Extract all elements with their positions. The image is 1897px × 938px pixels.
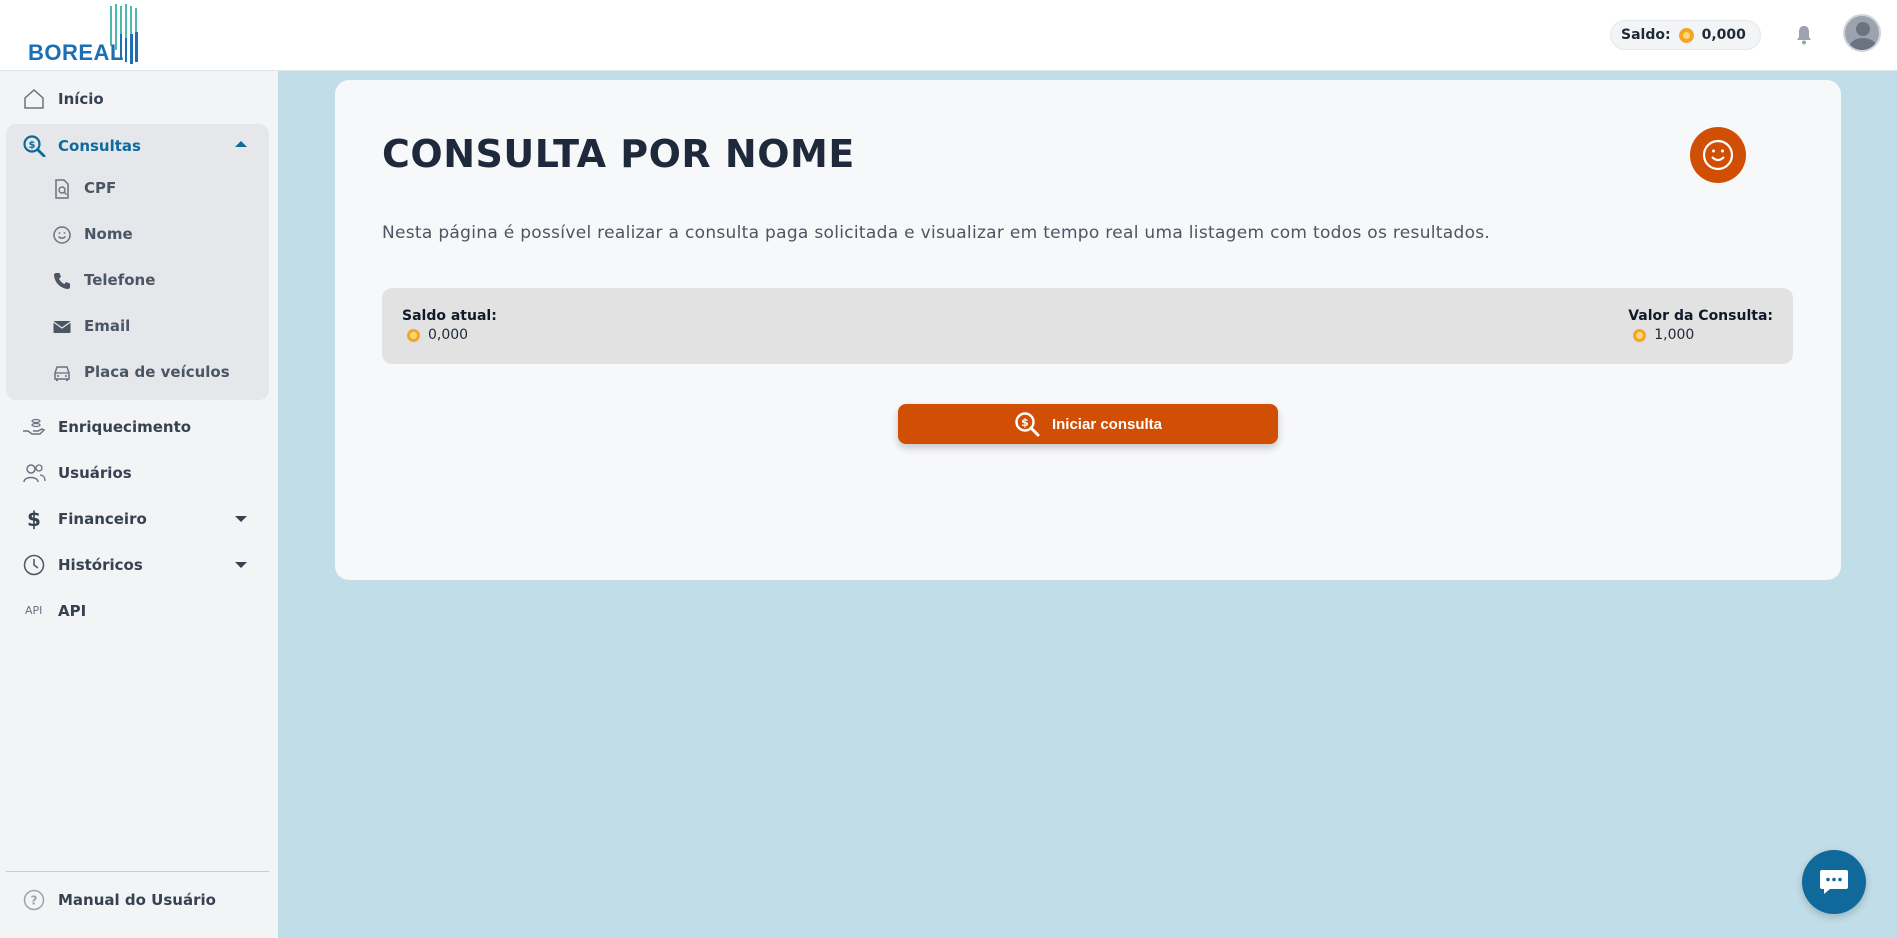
sidebar-subitem-label: Placa de veículos xyxy=(84,363,230,381)
valor-consulta: Valor da Consulta: 1,000 xyxy=(1628,308,1773,343)
clock-icon xyxy=(23,554,45,576)
sidebar-item-label: Usuários xyxy=(58,464,132,482)
sidebar-item-consultas[interactable]: $ Consultas xyxy=(6,126,269,166)
svg-text:$: $ xyxy=(1021,416,1029,429)
chevron-up-icon xyxy=(235,141,247,147)
sidebar: Início $ Consultas CPF Nome Telefone Ema… xyxy=(0,71,278,938)
saldo-atual-value-row: 0,000 xyxy=(402,327,497,343)
sidebar-item-label: API xyxy=(58,602,87,620)
valor-consulta-value-row: 1,000 xyxy=(1628,327,1773,343)
sidebar-item-label: Manual do Usuário xyxy=(58,891,216,909)
saldo-value: 0,000 xyxy=(1701,27,1746,43)
car-icon xyxy=(54,366,70,381)
svg-text:$: $ xyxy=(29,140,36,151)
smiley-icon xyxy=(53,226,71,244)
consulta-card: CONSULTA POR NOME Nesta página é possíve… xyxy=(335,80,1841,580)
sidebar-item-financeiro[interactable]: $ Financeiro xyxy=(6,499,269,539)
sidebar-item-label: Históricos xyxy=(58,556,143,574)
coin-icon xyxy=(1678,27,1694,43)
dollar-icon: $ xyxy=(27,508,41,530)
sidebar-item-enriquecimento[interactable]: Enriquecimento xyxy=(6,407,269,447)
saldo-info-box: Saldo atual: 0,000 Valor da Consulta: 1,… xyxy=(382,288,1793,364)
saldo-badge: Saldo: 0,000 xyxy=(1610,20,1761,50)
sidebar-subitem-email[interactable]: Email xyxy=(6,306,269,346)
users-icon xyxy=(23,464,46,483)
sidebar-item-usuarios[interactable]: Usuários xyxy=(6,453,269,493)
help-circle-icon: ? xyxy=(23,889,45,911)
sidebar-item-label: Início xyxy=(58,90,104,108)
sidebar-divider xyxy=(6,871,269,872)
document-search-icon xyxy=(55,179,69,199)
user-avatar[interactable] xyxy=(1843,14,1881,52)
boreal-logo[interactable]: BOREAL xyxy=(26,4,158,66)
chevron-down-icon xyxy=(235,562,247,568)
search-dollar-icon: $ xyxy=(1015,412,1040,437)
sidebar-item-historicos[interactable]: Históricos xyxy=(6,545,269,585)
mail-icon xyxy=(53,321,71,333)
iniciar-consulta-label: Iniciar consulta xyxy=(1051,415,1163,433)
sidebar-subitem-label: Nome xyxy=(84,225,133,243)
sidebar-subitem-placa[interactable]: Placa de veículos xyxy=(6,352,269,392)
sidebar-subitem-telefone[interactable]: Telefone xyxy=(6,260,269,300)
sidebar-subitem-label: Email xyxy=(84,317,131,335)
page-title: CONSULTA POR NOME xyxy=(382,132,855,176)
sidebar-item-label: Consultas xyxy=(58,137,141,155)
top-bar: BOREAL Saldo: 0,000 xyxy=(0,0,1897,71)
sidebar-subitem-label: Telefone xyxy=(84,271,156,289)
coin-icon xyxy=(1633,328,1647,342)
saldo-atual-label: Saldo atual: xyxy=(402,308,497,324)
saldo-atual: Saldo atual: 0,000 xyxy=(402,308,497,343)
page-description: Nesta página é possível realizar a consu… xyxy=(382,223,1491,243)
sidebar-item-label: Financeiro xyxy=(58,510,147,528)
logo-text: BOREAL xyxy=(28,40,124,65)
coin-icon xyxy=(407,328,420,342)
smiley-icon xyxy=(1702,139,1734,171)
iniciar-consulta-button[interactable]: $ Iniciar consulta xyxy=(898,404,1278,444)
svg-text:$: $ xyxy=(27,508,41,530)
sidebar-item-api[interactable]: API API xyxy=(6,591,269,631)
sidebar-subitem-cpf[interactable]: CPF xyxy=(6,168,269,208)
chat-icon xyxy=(1820,870,1848,894)
bell-icon[interactable] xyxy=(1795,24,1813,46)
sidebar-subitem-label: CPF xyxy=(84,179,117,197)
svg-text:?: ? xyxy=(31,894,38,908)
saldo-label: Saldo: xyxy=(1621,27,1671,43)
sidebar-item-inicio[interactable]: Início xyxy=(6,79,269,119)
phone-icon xyxy=(54,273,70,289)
valor-consulta-value: 1,000 xyxy=(1654,327,1695,343)
sidebar-item-label: Enriquecimento xyxy=(58,418,192,436)
chevron-down-icon xyxy=(235,516,247,522)
consultas-group: $ Consultas CPF Nome Telefone Email Plac… xyxy=(6,124,269,400)
search-dollar-icon: $ xyxy=(23,135,46,157)
sidebar-subitem-nome[interactable]: Nome xyxy=(6,214,269,254)
sidebar-item-manual[interactable]: ? Manual do Usuário xyxy=(6,880,269,920)
valor-consulta-label: Valor da Consulta: xyxy=(1628,308,1773,324)
hand-coins-icon xyxy=(23,418,46,435)
saldo-atual-value: 0,000 xyxy=(428,327,469,343)
home-icon xyxy=(24,88,44,109)
chat-button[interactable] xyxy=(1802,850,1866,914)
api-icon: API xyxy=(25,604,43,617)
smiley-badge xyxy=(1690,127,1746,183)
